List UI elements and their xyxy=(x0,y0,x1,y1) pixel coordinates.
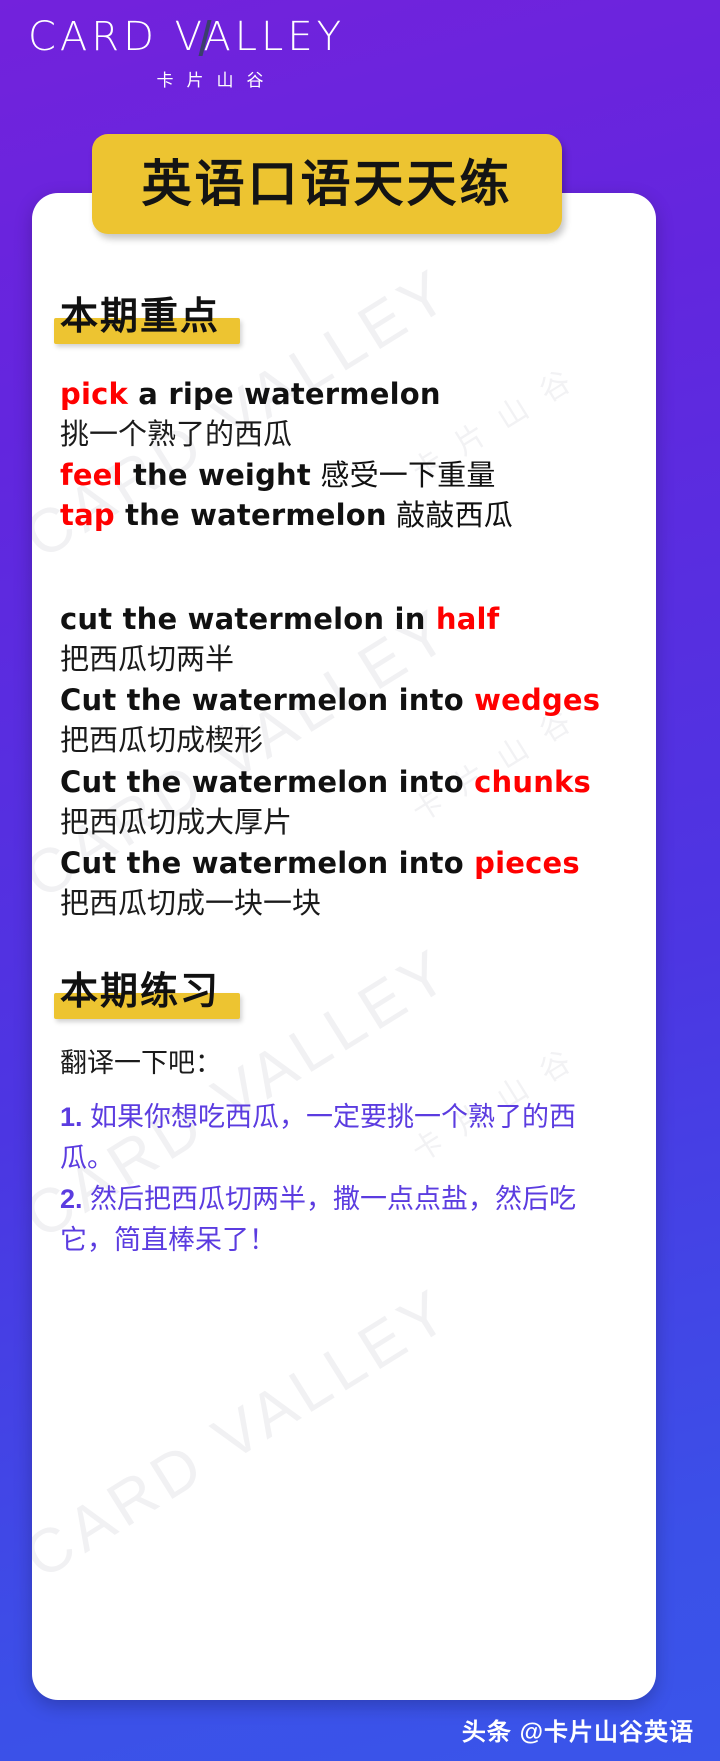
phrase-keyword: tap xyxy=(60,498,115,533)
section-heading-label: 本期练习 xyxy=(60,968,221,1013)
logo-en-label: CARD VALLEY xyxy=(28,14,346,60)
phrase-lead: Cut the watermelon into xyxy=(60,764,475,799)
phrase-chinese: 把西瓜切两半 xyxy=(60,642,235,677)
phrase-row: cut the watermelon in half 把西瓜切两半 xyxy=(60,599,628,680)
phrase-group-two: cut the watermelon in half 把西瓜切两半 Cut th… xyxy=(60,599,628,924)
logo-text-cn: 卡片山谷 xyxy=(156,71,277,90)
phrase-row: Cut the watermelon into pieces 把西瓜切成一块一块 xyxy=(60,843,628,924)
phrase-chinese-inline: 感受一下重量 xyxy=(310,458,496,493)
phrase-chinese: 挑一个熟了的西瓜 xyxy=(60,417,293,452)
phrase-keyword: chunks xyxy=(474,764,591,799)
footer-handle: 头条 @卡片山谷英语 xyxy=(461,1719,694,1746)
section-heading-practice: 本期练习 xyxy=(54,960,241,1019)
exercise-number: 2. xyxy=(60,1183,83,1214)
logo-text-en: CARD VALLEY xyxy=(28,14,345,60)
phrase-row: feel the weight 感受一下重量 xyxy=(60,455,628,495)
phrase-english: Cut the watermelon into wedges xyxy=(60,680,628,720)
phrase-lead: Cut the watermelon into xyxy=(60,845,475,880)
exercise-item: 1. 如果你想吃西瓜，一定要挑一个熟了的西瓜。 xyxy=(60,1097,628,1179)
title-banner-label: 英语口语天天练 xyxy=(141,155,513,213)
watermark-text: CARD VALLEY xyxy=(32,1274,464,1593)
section-heading-label: 本期重点 xyxy=(60,294,221,338)
group-divider xyxy=(60,535,628,569)
phrase-row: tap the watermelon 敲敲西瓜 xyxy=(60,495,628,535)
phrase-row: Cut the watermelon into chunks 把西瓜切成大厚片 xyxy=(60,762,628,843)
phrase-lead: Cut the watermelon into xyxy=(60,683,475,718)
phrase-english: feel the weight 感受一下重量 xyxy=(60,455,628,495)
phrase-english: pick a ripe watermelon xyxy=(60,374,628,414)
content-card: CARD VALLEY 卡片山谷 CARD VALLEY 卡片山谷 CARD V… xyxy=(32,193,656,1700)
phrase-rest: the weight xyxy=(122,458,311,493)
title-banner: 英语口语天天练 xyxy=(92,134,562,234)
phrase-english: tap the watermelon 敲敲西瓜 xyxy=(60,495,628,535)
phrase-keyword: pick xyxy=(60,377,128,411)
section-heading-key-points: 本期重点 xyxy=(54,285,241,344)
card-content: 本期重点 pick a ripe watermelon 挑一个熟了的西瓜 fee… xyxy=(32,193,656,1261)
phrase-keyword: half xyxy=(435,602,500,637)
phrase-chinese: 把西瓜切成大厚片 xyxy=(60,804,293,839)
phrase-keyword: feel xyxy=(60,458,123,493)
exercise-text: 如果你想吃西瓜，一定要挑一个熟了的西瓜。 xyxy=(60,1101,577,1173)
phrase-chinese: 把西瓜切成楔形 xyxy=(60,723,264,758)
exercise-number: 1. xyxy=(60,1101,83,1132)
phrase-chinese: 把西瓜切成一块一块 xyxy=(60,885,322,920)
exercise-text: 然后把西瓜切两半，撒一点点盐，然后吃它，简直棒呆了！ xyxy=(60,1183,577,1255)
phrase-keyword: wedges xyxy=(474,683,601,718)
phrase-chinese-inline: 敲敲西瓜 xyxy=(386,498,513,533)
brand-logo: CARD VALLEY 卡片山谷 xyxy=(28,14,345,91)
phrase-row: pick a ripe watermelon 挑一个熟了的西瓜 xyxy=(60,374,628,455)
phrase-english: Cut the watermelon into pieces xyxy=(60,843,628,883)
phrase-rest: a ripe watermelon xyxy=(127,377,441,411)
phrase-keyword: pieces xyxy=(474,845,580,880)
phrase-group-one: pick a ripe watermelon 挑一个熟了的西瓜 feel the… xyxy=(60,374,628,535)
phrase-english: cut the watermelon in half xyxy=(60,599,628,639)
phrase-rest: the watermelon xyxy=(114,498,387,533)
practice-intro: 翻译一下吧： xyxy=(60,1047,222,1078)
phrase-lead: cut the watermelon in xyxy=(60,602,436,637)
phrase-row: Cut the watermelon into wedges 把西瓜切成楔形 xyxy=(60,680,628,761)
phrase-english: Cut the watermelon into chunks xyxy=(60,762,628,802)
exercise-item: 2. 然后把西瓜切两半，撒一点点盐，然后吃它，简直棒呆了！ xyxy=(60,1179,628,1261)
